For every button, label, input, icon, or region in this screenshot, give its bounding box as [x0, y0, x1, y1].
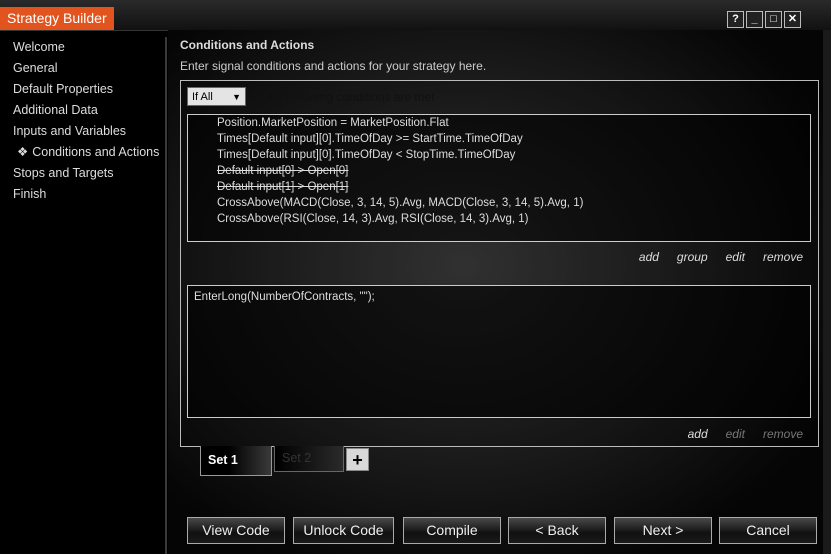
add-set-button[interactable]: + — [346, 448, 369, 471]
condition-item[interactable]: Times[Default input][0].TimeOfDay >= Sta… — [217, 133, 523, 145]
title-bar: Strategy Builder ? _ □ ✕ — [0, 0, 831, 31]
action-remove-link[interactable]: remove — [763, 427, 803, 441]
close-icon[interactable]: ✕ — [784, 11, 801, 28]
view-code-button[interactable]: View Code — [187, 517, 285, 544]
sidebar-item-stops-and-targets[interactable]: Stops and Targets — [0, 163, 165, 184]
actions-list[interactable]: EnterLong(NumberOfContracts, ""); — [187, 285, 811, 418]
sidebar-item-label: Conditions and Actions — [32, 145, 160, 159]
condition-item[interactable]: Times[Default input][0].TimeOfDay < Stop… — [217, 149, 515, 161]
condition-item[interactable]: Default input[1] > Open[1] — [217, 181, 348, 193]
sidebar-item-welcome[interactable]: Welcome — [0, 37, 165, 58]
window-title: Strategy Builder — [0, 7, 114, 30]
conditions-panel: If All ▼ of the following conditions are… — [180, 80, 819, 447]
sidebar-item-default-properties[interactable]: Default Properties — [0, 79, 165, 100]
background-window-strip — [823, 30, 831, 554]
cancel-button[interactable]: Cancel — [719, 517, 817, 544]
compile-button[interactable]: Compile — [403, 517, 501, 544]
condition-add-link[interactable]: add — [639, 250, 659, 264]
tab-set-2[interactable]: Set 2 — [274, 446, 344, 472]
condition-mode-value: If All — [192, 91, 213, 103]
condition-item[interactable]: CrossAbove(RSI(Close, 14, 3).Avg, RSI(Cl… — [217, 213, 528, 225]
sidebar-item-inputs-and-variables[interactable]: Inputs and Variables — [0, 121, 165, 142]
action-add-link[interactable]: add — [688, 427, 708, 441]
page-title: Conditions and Actions — [180, 38, 315, 52]
condition-edit-link[interactable]: edit — [726, 250, 745, 264]
condition-item[interactable]: Default input[0] > Open[0] — [217, 165, 348, 177]
help-icon[interactable]: ? — [727, 11, 744, 28]
tab-set-1[interactable]: Set 1 — [200, 446, 272, 476]
condition-mode-select[interactable]: If All ▼ — [187, 87, 246, 106]
maximize-icon[interactable]: □ — [765, 11, 782, 28]
condition-remove-link[interactable]: remove — [763, 250, 803, 264]
back-button[interactable]: < Back — [508, 517, 606, 544]
chevron-down-icon: ▼ — [232, 92, 241, 102]
sidebar-item-additional-data[interactable]: Additional Data — [0, 100, 165, 121]
condition-mode-suffix: of the following conditions are met — [253, 90, 435, 104]
sidebar-item-finish[interactable]: Finish — [0, 184, 165, 205]
sidebar: Welcome General Default Properties Addit… — [0, 37, 167, 554]
action-item[interactable]: EnterLong(NumberOfContracts, ""); — [194, 291, 375, 303]
action-edit-link[interactable]: edit — [726, 427, 745, 441]
conditions-list[interactable]: Position.MarketPosition = MarketPosition… — [187, 114, 811, 242]
condition-item[interactable]: CrossAbove(MACD(Close, 3, 14, 5).Avg, MA… — [217, 197, 583, 209]
sidebar-item-conditions-and-actions[interactable]: ❖ Conditions and Actions — [0, 142, 165, 163]
unlock-code-button[interactable]: Unlock Code — [293, 517, 394, 544]
next-button[interactable]: Next > — [614, 517, 712, 544]
sidebar-item-general[interactable]: General — [0, 58, 165, 79]
diamond-icon: ❖ — [17, 145, 29, 159]
condition-group-link[interactable]: group — [677, 250, 708, 264]
page-subtitle: Enter signal conditions and actions for … — [180, 59, 487, 73]
minimize-icon[interactable]: _ — [746, 11, 763, 28]
main-panel: Conditions and Actions Enter signal cond… — [168, 30, 823, 554]
condition-item[interactable]: Position.MarketPosition = MarketPosition… — [217, 117, 449, 129]
